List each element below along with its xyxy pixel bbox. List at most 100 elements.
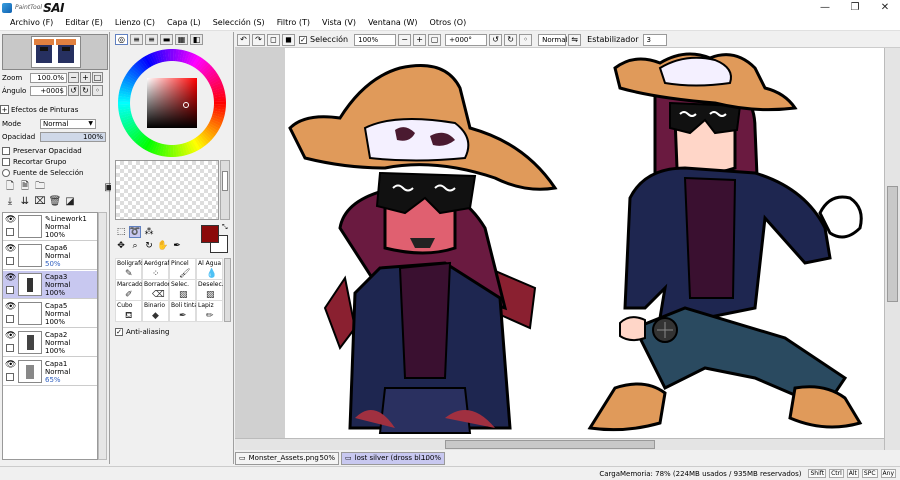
menu-lienzo[interactable]: Lienzo (C)	[109, 18, 161, 27]
layer-item[interactable]: 👁 Capa5 Normal 100%	[3, 300, 97, 328]
layer-item[interactable]: 👁 Capa2 Normal 100%	[3, 329, 97, 357]
angle-value-field[interactable]: +000$	[30, 85, 67, 96]
selection-source-row[interactable]: Fuente de Selección	[2, 167, 83, 178]
invert-selection-button[interactable]: ◼	[282, 33, 295, 46]
rotate-icon[interactable]: ↻	[143, 240, 155, 252]
swatch-tab[interactable]: ▦	[175, 34, 188, 45]
angle-dropdown[interactable]: +000°	[445, 33, 488, 46]
selection-checkbox[interactable]: ✓	[299, 35, 307, 44]
eyedropper-icon[interactable]: ✒	[171, 240, 183, 252]
zoom-icon[interactable]: ⌕	[129, 240, 141, 252]
eye-icon[interactable]: 👁	[5, 273, 16, 283]
new-layer-icon[interactable]: 🗋	[4, 181, 16, 193]
antialiasing-checkbox[interactable]: ✓	[115, 328, 123, 336]
tool-binary[interactable]: Binario ◆	[142, 300, 169, 322]
clear-layer-icon[interactable]: ⌧	[34, 195, 46, 207]
restore-button[interactable]: ❐	[840, 0, 870, 15]
clip-group-row[interactable]: Recortar Grupo	[2, 156, 66, 167]
tool-water[interactable]: Al Agua 💧	[196, 258, 223, 280]
scratchpad-scrollbar[interactable]	[220, 160, 230, 220]
delete-layer-icon[interactable]: 🗑	[49, 195, 62, 207]
scratchpad-tab[interactable]: ◧	[190, 34, 203, 45]
drawing-canvas[interactable]	[285, 48, 885, 438]
clip-group-checkbox[interactable]	[2, 157, 10, 166]
doc-tab[interactable]: ▭ Monster_Assets.png 50%	[235, 451, 339, 465]
lasso-icon[interactable]: ➰	[129, 226, 141, 238]
lock-checkbox[interactable]	[6, 373, 14, 381]
swap-colors-icon[interactable]: ⤡	[222, 223, 228, 232]
toolbar-rotate-right-button[interactable]: ↻	[504, 33, 518, 46]
scratchpad-area[interactable]	[115, 160, 219, 220]
scratchpad-scroll-thumb[interactable]	[222, 171, 228, 191]
horizontal-scroll-thumb[interactable]	[445, 440, 655, 449]
layer-item[interactable]: 👁 Capa1 Normal 65%	[3, 358, 97, 386]
antialiasing-row[interactable]: ✓ Anti-aliasing	[115, 328, 169, 336]
new-linework-layer-icon[interactable]: 🗎	[19, 181, 31, 193]
selection-source-radio[interactable]	[2, 168, 10, 177]
tool-ink-pen[interactable]: Boli tinta ✒	[169, 300, 197, 322]
redo-button[interactable]: ↷	[252, 33, 265, 46]
opacity-slider[interactable]: 100%	[40, 131, 106, 142]
close-button[interactable]: ✕	[870, 0, 900, 15]
eye-icon[interactable]: 👁	[5, 360, 16, 370]
zoom-out-button[interactable]: −	[68, 72, 79, 83]
deselect-button[interactable]: ◻	[267, 33, 280, 46]
lock-checkbox[interactable]	[6, 228, 14, 236]
lock-checkbox[interactable]	[6, 257, 14, 265]
eye-icon[interactable]: 👁	[5, 215, 16, 225]
preserve-opacity-row[interactable]: Preservar Opacidad	[2, 145, 82, 156]
menu-seleccion[interactable]: Selección (S)	[207, 18, 271, 27]
mode-select[interactable]: Normal ▼	[40, 118, 96, 129]
menu-archivo[interactable]: Archivo (F)	[4, 18, 59, 27]
tool-brush[interactable]: Pincel 🖌	[169, 258, 196, 280]
menu-capa[interactable]: Capa (L)	[161, 18, 207, 27]
menu-ventana[interactable]: Ventana (W)	[362, 18, 424, 27]
navigator-preview[interactable]	[2, 34, 108, 70]
effects-row[interactable]: + Efectos de Pinturas	[0, 104, 78, 115]
eye-icon[interactable]: 👁	[5, 331, 16, 341]
rect-select-icon[interactable]: ⬚	[115, 226, 127, 238]
merge-down-icon[interactable]: ⇊	[19, 195, 31, 207]
doc-tab-active[interactable]: ▭ lost silver (dross bl... 100%	[341, 451, 445, 465]
tool-pen[interactable]: Bolígrafo ✎	[115, 258, 143, 280]
minimize-button[interactable]: —	[810, 0, 840, 15]
move-icon[interactable]: ✥	[115, 240, 127, 252]
transfer-down-icon[interactable]: ⤓	[4, 195, 16, 207]
hsv-slider-tab[interactable]: ≡	[145, 34, 158, 45]
flip-button[interactable]: ⇋	[568, 33, 582, 46]
rgb-slider-tab[interactable]: ≡	[130, 34, 143, 45]
new-folder-icon[interactable]: 🗀	[34, 181, 46, 193]
lock-checkbox[interactable]	[6, 286, 14, 294]
foreground-color-swatch[interactable]	[201, 225, 219, 243]
layer-item-selected[interactable]: 👁 Capa3 Normal 100%	[3, 271, 97, 299]
menu-filtro[interactable]: Filtro (T)	[271, 18, 316, 27]
blend-mode-field[interactable]: Normal	[538, 33, 567, 46]
tool-grid-scrollbar[interactable]	[224, 258, 231, 322]
tool-marker[interactable]: Marcador ✐	[115, 279, 143, 301]
layer-list-scrollbar[interactable]	[98, 212, 107, 460]
color-wheel-tab[interactable]: ◎	[115, 34, 128, 45]
rotate-right-button[interactable]: ↻	[80, 85, 91, 96]
toolbar-zoom-reset-button[interactable]: ▢	[428, 33, 442, 46]
layer-item[interactable]: 👁 ✎Linework1 Normal 100%	[3, 213, 97, 241]
canvas-area[interactable]	[235, 48, 900, 450]
zoom-in-button[interactable]: +	[80, 72, 91, 83]
layer-item[interactable]: 👁 Capa6 Normal 50%	[3, 242, 97, 270]
zoom-value-field[interactable]: 100.0%	[30, 72, 67, 83]
tool-deselect-pen[interactable]: Deselec. ▨	[196, 279, 224, 301]
tool-bucket[interactable]: Cubo ⛾	[115, 300, 142, 322]
mix-tab[interactable]: ▬	[160, 34, 173, 45]
rotate-left-button[interactable]: ↺	[68, 85, 79, 96]
undo-button[interactable]: ↶	[237, 33, 250, 46]
eye-icon[interactable]: 👁	[5, 244, 16, 254]
menu-otros[interactable]: Otros (O)	[424, 18, 473, 27]
toolbar-zoom-in-button[interactable]: +	[413, 33, 427, 46]
tool-select-pen[interactable]: Selec. ▧	[169, 279, 196, 301]
canvas-horizontal-scrollbar[interactable]	[235, 438, 884, 450]
tool-eraser[interactable]: Borrador ⌫	[142, 279, 170, 301]
vertical-scroll-thumb[interactable]	[887, 186, 898, 302]
toolbar-zoom-out-button[interactable]: −	[398, 33, 412, 46]
zoom-dropdown[interactable]: 100%	[354, 33, 397, 46]
color-wheel[interactable]	[117, 48, 227, 158]
preserve-opacity-checkbox[interactable]	[2, 146, 10, 155]
